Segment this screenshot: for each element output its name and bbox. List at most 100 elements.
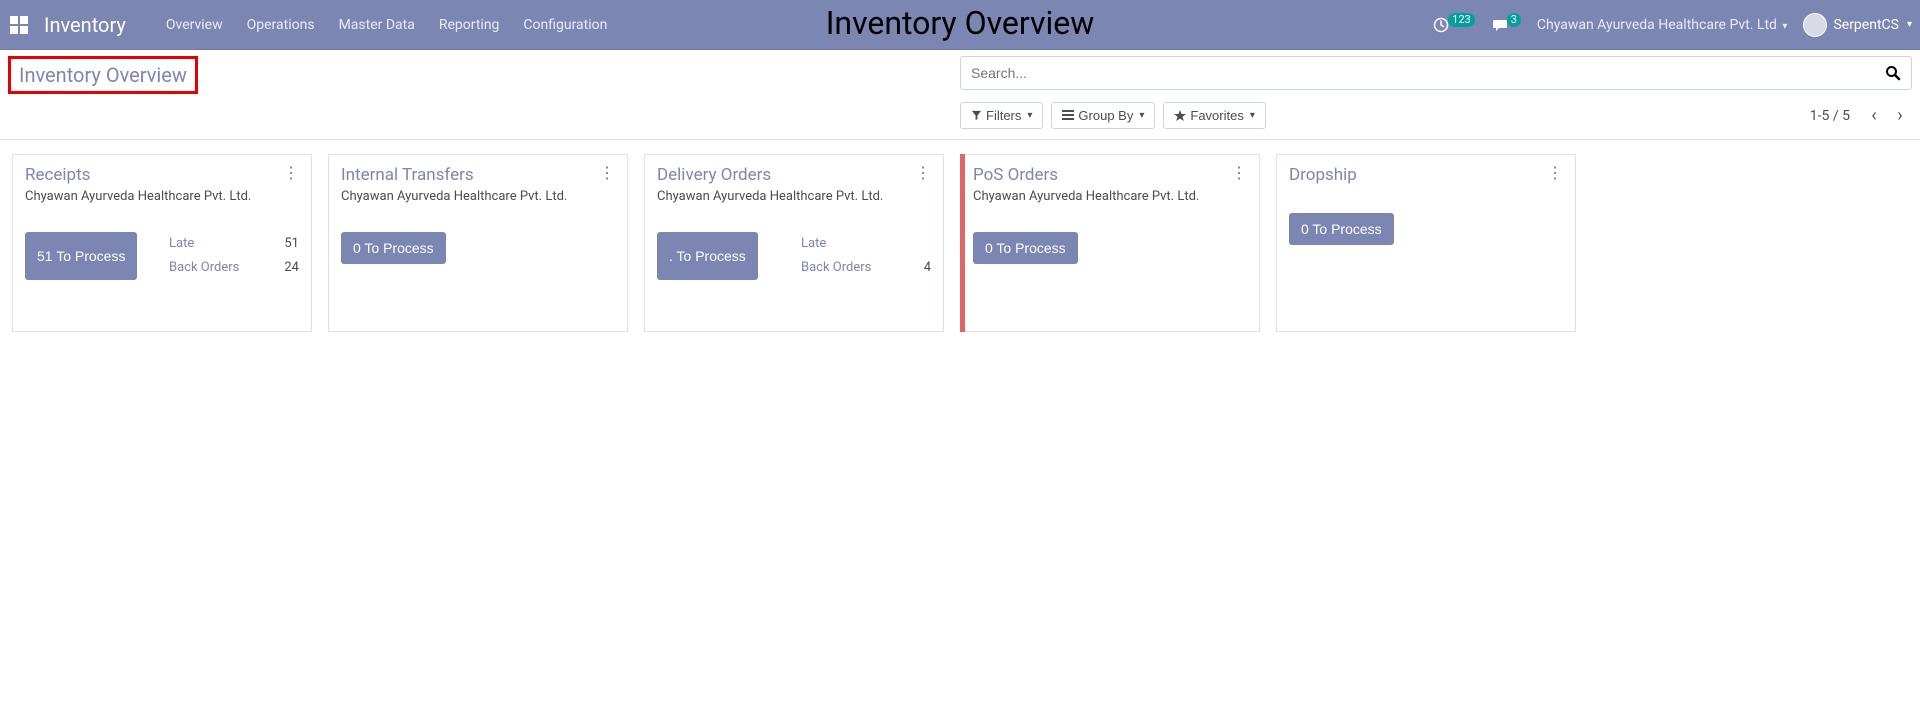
kebab-icon[interactable]: ⋮ xyxy=(599,165,615,181)
nav-left: Inventory Overview Operations Master Dat… xyxy=(8,11,617,39)
card-head: Dropship ⋮ xyxy=(1289,165,1563,185)
pager-next[interactable]: › xyxy=(1888,104,1912,128)
chevron-down-icon: ▾ xyxy=(1782,21,1787,32)
to-process-button[interactable]: 0 To Process xyxy=(1289,213,1394,245)
nav-menu: Overview Operations Master Data Reportin… xyxy=(156,11,618,39)
avatar xyxy=(1803,13,1827,37)
card-body: 0 To Process xyxy=(973,232,1247,264)
list-icon xyxy=(1062,110,1074,121)
pager-prev[interactable]: ‹ xyxy=(1862,104,1886,128)
nav-item-overview[interactable]: Overview xyxy=(156,11,233,39)
nav-right: 123 3 Chyawan Ayurveda Healthcare Pvt. L… xyxy=(1432,13,1912,37)
stat-value: 24 xyxy=(284,256,299,280)
card-title[interactable]: Internal Transfers xyxy=(341,165,474,185)
chevron-down-icon: ▾ xyxy=(1250,110,1255,121)
pager-nav: ‹ › xyxy=(1862,104,1912,128)
to-process-button[interactable]: . To Process xyxy=(657,232,758,280)
card-subtitle: Chyawan Ayurveda Healthcare Pvt. Ltd. xyxy=(25,189,299,204)
card-title[interactable]: Dropship xyxy=(1289,165,1357,185)
to-process-button[interactable]: 0 To Process xyxy=(973,232,1078,264)
chevron-right-icon: › xyxy=(1897,105,1902,126)
stat-value: 51 xyxy=(284,232,299,256)
stat-value: 4 xyxy=(924,256,931,280)
kanban-card-receipts[interactable]: Receipts ⋮ Chyawan Ayurveda Healthcare Pvt… xyxy=(12,154,312,332)
card-body: 0 To Process xyxy=(341,232,615,264)
pager: 1-5 / 5 ‹ › xyxy=(1810,104,1912,128)
card-body: 51 To Process Late 51 Back Orders 24 xyxy=(25,232,299,280)
card-stats: LateBack Orders 4 xyxy=(801,232,931,280)
kanban-card-dropship[interactable]: Dropship ⋮ 0 To Process xyxy=(1276,154,1576,332)
card-stats: Late 51 Back Orders 24 xyxy=(169,232,299,280)
top-navbar: Inventory Overview Operations Master Dat… xyxy=(0,0,1920,50)
stat-label: Back Orders xyxy=(169,256,239,280)
kanban-card-pos-orders[interactable]: PoS Orders ⋮ Chyawan Ayurveda Healthcare P… xyxy=(960,154,1260,332)
card-head: Delivery Orders ⋮ xyxy=(657,165,931,185)
search-input[interactable] xyxy=(961,65,1875,81)
search-icon[interactable] xyxy=(1875,65,1911,81)
control-row-1: Inventory Overview xyxy=(8,56,1912,94)
filters-label: Filters xyxy=(986,108,1021,123)
nav-item-reporting[interactable]: Reporting xyxy=(429,11,510,39)
kanban-card-delivery-orders[interactable]: Delivery Orders ⋮ Chyawan Ayurveda Healthc… xyxy=(644,154,944,332)
search-box xyxy=(960,56,1912,90)
card-title[interactable]: Receipts xyxy=(25,165,90,185)
stat-label: Late xyxy=(801,232,826,256)
chevron-down-icon: ▾ xyxy=(1027,110,1032,121)
star-icon xyxy=(1174,110,1186,122)
stat-row[interactable]: Late 51 xyxy=(169,232,299,256)
page-title: Inventory Overview xyxy=(19,63,187,87)
chevron-down-icon: ▾ xyxy=(1907,19,1912,30)
card-head: Receipts ⋮ xyxy=(25,165,299,185)
chevron-down-icon: ▾ xyxy=(1139,110,1144,121)
company-name-label: Chyawan Ayurveda Healthcare Pvt. Ltd xyxy=(1537,17,1777,33)
card-title[interactable]: PoS Orders xyxy=(973,165,1058,185)
activities-button[interactable]: 123 xyxy=(1432,16,1475,34)
card-subtitle: Chyawan Ayurveda Healthcare Pvt. Ltd. xyxy=(657,189,931,204)
activities-count: 123 xyxy=(1448,13,1475,27)
card-title[interactable]: Delivery Orders xyxy=(657,165,771,185)
card-body: 0 To Process xyxy=(1289,213,1563,245)
chevron-left-icon: ‹ xyxy=(1871,105,1876,126)
app-name[interactable]: Inventory xyxy=(44,13,126,37)
kebab-icon[interactable]: ⋮ xyxy=(915,165,931,181)
favorites-button[interactable]: Favorites ▾ xyxy=(1163,102,1266,129)
stat-label: Late xyxy=(169,232,194,256)
favorites-label: Favorites xyxy=(1190,108,1243,123)
stat-row[interactable]: Back Orders 4 xyxy=(801,256,931,280)
kebab-icon[interactable]: ⋮ xyxy=(1547,165,1563,181)
discuss-count: 3 xyxy=(1507,13,1521,27)
card-head: PoS Orders ⋮ xyxy=(973,165,1247,185)
card-subtitle: Chyawan Ayurveda Healthcare Pvt. Ltd. xyxy=(341,189,615,204)
kebab-icon[interactable]: ⋮ xyxy=(1231,165,1247,181)
kebab-icon[interactable]: ⋮ xyxy=(283,165,299,181)
card-subtitle: Chyawan Ayurveda Healthcare Pvt. Ltd. xyxy=(973,189,1247,204)
control-row-2: Filters ▾ Group By ▾ Favorites ▾ 1-5 / 5 xyxy=(8,94,1912,139)
page-overlay-title: Inventory Overview xyxy=(826,4,1095,42)
control-panel: Inventory Overview Filters ▾ xyxy=(0,50,1920,140)
to-process-button[interactable]: 51 To Process xyxy=(25,232,137,280)
funnel-icon xyxy=(971,110,982,121)
groupby-button[interactable]: Group By ▾ xyxy=(1051,102,1155,129)
nav-item-master-data[interactable]: Master Data xyxy=(329,11,425,39)
stat-row[interactable]: Late xyxy=(801,232,931,256)
kanban-view: Receipts ⋮ Chyawan Ayurveda Healthcare Pvt… xyxy=(0,140,1920,346)
user-menu[interactable]: SerpentCS ▾ xyxy=(1803,13,1912,37)
stat-row[interactable]: Back Orders 24 xyxy=(169,256,299,280)
user-name-label: SerpentCS xyxy=(1833,17,1899,33)
company-switcher[interactable]: Chyawan Ayurveda Healthcare Pvt. Ltd ▾ xyxy=(1537,17,1788,33)
search-wrap xyxy=(960,56,1912,90)
stat-label: Back Orders xyxy=(801,256,871,280)
kanban-card-internal-transfers[interactable]: Internal Transfers ⋮ Chyawan Ayurveda Heal… xyxy=(328,154,628,332)
apps-icon[interactable] xyxy=(8,14,30,36)
pager-text[interactable]: 1-5 / 5 xyxy=(1810,108,1850,124)
discuss-button[interactable]: 3 xyxy=(1491,16,1521,34)
search-toolbar: Filters ▾ Group By ▾ Favorites ▾ xyxy=(960,102,1266,129)
nav-item-operations[interactable]: Operations xyxy=(237,11,325,39)
groupby-label: Group By xyxy=(1078,108,1133,123)
card-head: Internal Transfers ⋮ xyxy=(341,165,615,185)
card-body: . To Process LateBack Orders 4 xyxy=(657,232,931,280)
breadcrumb: Inventory Overview xyxy=(8,56,198,94)
nav-item-configuration[interactable]: Configuration xyxy=(513,11,617,39)
filters-button[interactable]: Filters ▾ xyxy=(960,102,1043,129)
to-process-button[interactable]: 0 To Process xyxy=(341,232,446,264)
